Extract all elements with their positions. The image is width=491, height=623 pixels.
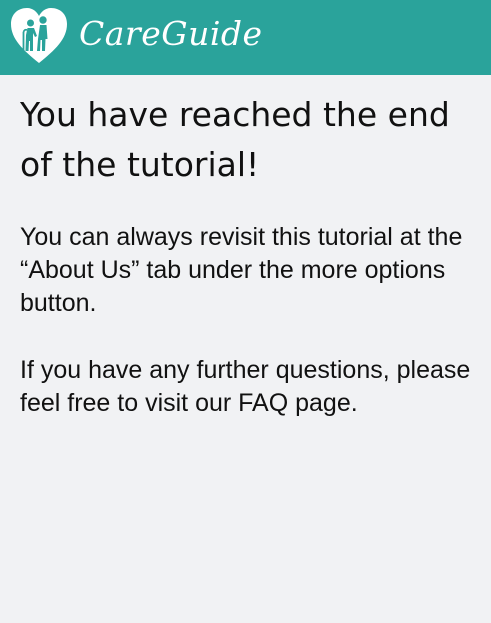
faq-text: If you have any further questions, pleas… xyxy=(20,356,471,417)
revisit-tutorial-text: You can always revisit this tutorial at … xyxy=(20,223,463,317)
app-header: CareGuide xyxy=(0,0,491,75)
tutorial-end-panel: You have reached the end of the tutorial… xyxy=(0,75,491,623)
page-title: You have reached the end of the tutorial… xyxy=(20,95,450,184)
heart-with-caregiver-icon xyxy=(11,8,67,63)
brand-name: CareGuide xyxy=(79,14,263,53)
